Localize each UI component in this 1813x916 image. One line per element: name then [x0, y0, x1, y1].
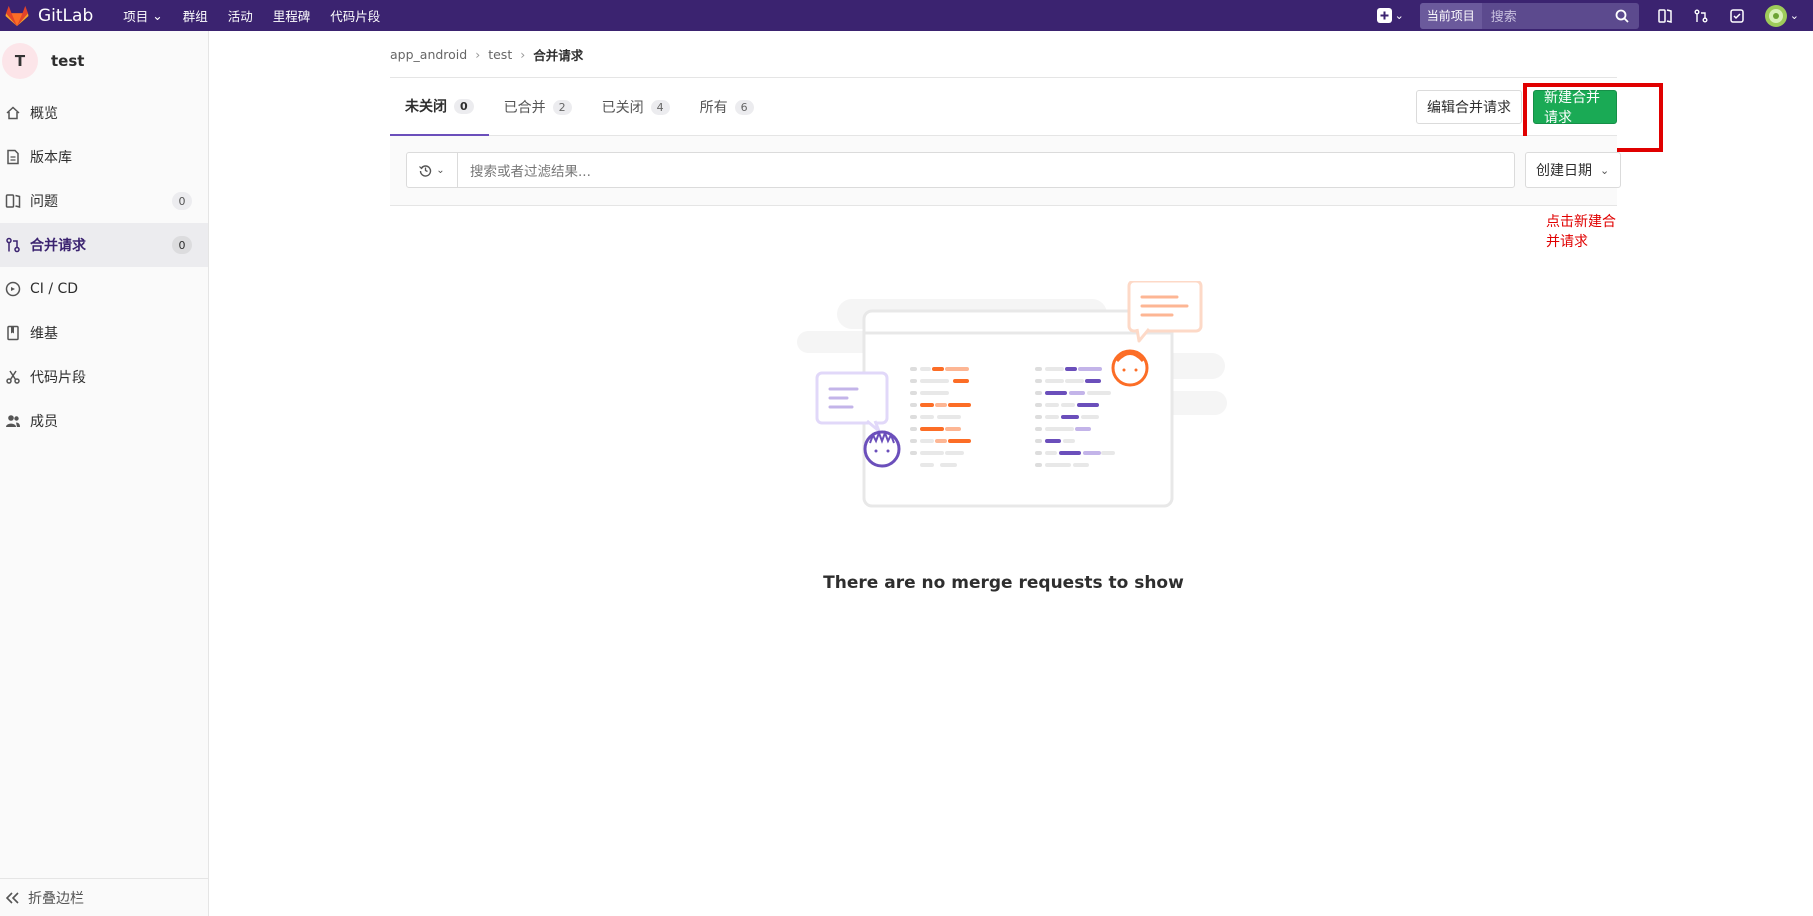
tabs-row: 未关闭 0 已合并 2 已关闭 4 所有 6 编辑合并请求 新建合并请求 — [390, 78, 1663, 152]
chevron-right-icon: › — [475, 46, 481, 62]
chevron-down-icon: ⌄ — [436, 164, 445, 176]
chevron-down-icon[interactable]: ⌄ — [1790, 9, 1799, 22]
sidebar-item-ci-cd[interactable]: CI / CD — [0, 267, 208, 311]
issues-icon — [5, 194, 21, 208]
tab-label: 未关闭 — [405, 99, 447, 115]
merge-request-icon — [6, 237, 20, 253]
breadcrumb: app_android › test › 合并请求 — [390, 31, 1617, 78]
book-icon — [7, 325, 19, 341]
sidebar-item-label: 代码片段 — [30, 370, 86, 386]
history-icon — [419, 164, 432, 177]
doc-icon — [7, 149, 19, 165]
edit-merge-requests-button[interactable]: 编辑合并请求 — [1416, 90, 1522, 124]
tab-count-badge: 0 — [454, 98, 474, 114]
merge-requests-count-badge: 0 — [172, 236, 192, 254]
filter-input[interactable]: 搜索或者过滤结果... — [458, 160, 591, 180]
search-icon — [1615, 9, 1629, 23]
search-scope[interactable]: 当前项目 — [1419, 2, 1482, 29]
merge-request-nav-icon[interactable] — [1691, 6, 1711, 26]
empty-state-title: There are no merge requests to show — [823, 573, 1184, 593]
issues-count-badge: 0 — [172, 192, 192, 210]
gitlab-logo[interactable]: GitLab — [4, 0, 93, 31]
sidebar-item-label: 版本库 — [30, 150, 72, 166]
main-content: app_android › test › 合并请求 未关闭 0 已合并 2 已关… — [390, 31, 1663, 593]
scissors-icon — [6, 370, 20, 384]
breadcrumb-current[interactable]: 合并请求 — [533, 45, 583, 64]
tab-count-badge: 2 — [552, 99, 572, 115]
chevron-down-icon: ⌄ — [152, 8, 163, 23]
project-header[interactable]: T test — [0, 31, 208, 91]
collapse-sidebar-button[interactable]: 折叠边栏 — [0, 878, 208, 916]
sidebar-item-label: 成员 — [30, 414, 58, 430]
tab-closed[interactable]: 已关闭 4 — [587, 78, 685, 136]
breadcrumb-group[interactable]: app_android — [390, 47, 467, 62]
menu-groups[interactable]: 群组 — [183, 6, 208, 25]
users-icon — [6, 415, 20, 427]
sidebar-item-snippets[interactable]: 代码片段 — [0, 355, 208, 399]
sidebar-item-wiki[interactable]: 维基 — [0, 311, 208, 355]
sidebar-item-issues[interactable]: 问题 0 — [0, 179, 208, 223]
tab-merged[interactable]: 已合并 2 — [489, 78, 587, 136]
todo-nav-icon[interactable] — [1727, 6, 1747, 26]
new-dropdown[interactable]: ⌄ — [1376, 8, 1404, 23]
tab-label: 已合并 — [503, 100, 546, 116]
menu-milestones[interactable]: 里程碑 — [273, 6, 311, 25]
collapse-label: 折叠边栏 — [28, 890, 84, 907]
gitlab-tanuki-icon — [5, 5, 29, 26]
chevron-down-icon: ⌄ — [1394, 9, 1404, 22]
tab-label: 所有 — [699, 100, 728, 116]
tab-count-badge: 6 — [734, 99, 754, 115]
sort-label: 创建日期 — [1536, 163, 1592, 179]
new-merge-request-button[interactable]: 新建合并请求 — [1533, 90, 1617, 126]
sidebar-item-label: CI / CD — [30, 281, 79, 297]
breadcrumb-project[interactable]: test — [488, 47, 512, 62]
tab-opened[interactable]: 未关闭 0 — [390, 78, 489, 136]
project-avatar: T — [2, 43, 38, 79]
empty-state-illustration — [797, 281, 1227, 508]
brand-name: GitLab — [38, 5, 94, 26]
project-name: test — [51, 52, 85, 70]
recent-searches-button[interactable]: ⌄ — [407, 153, 458, 187]
top-navbar: GitLab 项目 ⌄ 群组 活动 里程碑 代码片段 ⌄ 当前项目 搜索 ⌄ — [0, 0, 1813, 31]
menu-activity[interactable]: 活动 — [228, 6, 253, 25]
annotation-text: 点击新建合并请求 — [1546, 214, 1616, 250]
menu-projects[interactable]: 项目 ⌄ — [123, 6, 163, 25]
menu-snippets[interactable]: 代码片段 — [330, 6, 380, 25]
chevron-right-icon: › — [520, 46, 526, 62]
tab-all[interactable]: 所有 6 — [685, 78, 769, 136]
search-input[interactable]: 搜索 — [1482, 6, 1615, 25]
sidebar-item-label: 概览 — [30, 106, 58, 122]
search-box[interactable]: 当前项目 搜索 — [1419, 2, 1639, 29]
sidebar-item-label: 维基 — [30, 326, 58, 342]
tab-count-badge: 4 — [650, 99, 670, 115]
tab-label: 已关闭 — [601, 100, 644, 116]
sidebar-item-overview[interactable]: 概览 — [0, 91, 208, 135]
sidebar-item-label: 问题 — [30, 194, 58, 210]
chevron-down-icon: ⌄ — [1600, 163, 1610, 177]
sidebar-item-members[interactable]: 成员 — [0, 399, 208, 443]
sidebar-item-label: 合并请求 — [30, 238, 86, 254]
home-icon — [6, 106, 20, 120]
main-menu: 项目 ⌄ 群组 活动 里程碑 代码片段 — [123, 6, 380, 25]
sort-dropdown[interactable]: 创建日期 ⌄ — [1525, 152, 1621, 188]
project-sidebar: T test 概览 版本库 问题 0 合并请求 0 CI / CD 维基 代码片… — [0, 31, 209, 916]
filtered-search[interactable]: ⌄ 搜索或者过滤结果... — [406, 152, 1515, 188]
user-avatar[interactable] — [1764, 4, 1787, 27]
double-chevron-left-icon — [6, 891, 19, 904]
plus-square-icon — [1376, 8, 1392, 23]
sidebar-item-merge-requests[interactable]: 合并请求 0 — [0, 223, 208, 267]
filter-bar: ⌄ 搜索或者过滤结果... 创建日期 ⌄ — [390, 136, 1621, 206]
avatar-identicon — [1768, 8, 1783, 23]
sidebar-item-repository[interactable]: 版本库 — [0, 135, 208, 179]
rocket-icon — [5, 281, 21, 297]
issues-nav-icon[interactable] — [1655, 6, 1675, 26]
navbar-right: ⌄ 当前项目 搜索 ⌄ — [1376, 0, 1813, 31]
